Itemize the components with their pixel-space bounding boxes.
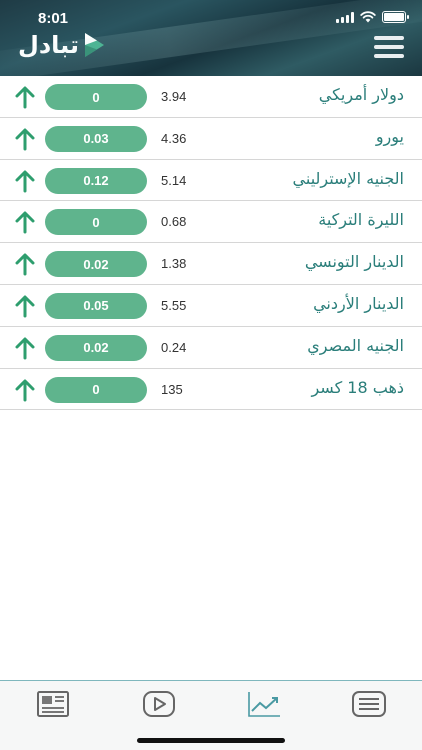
change-badge: 0.12 (45, 167, 147, 194)
arrow-up-icon (15, 337, 35, 360)
rate-value: 135 (161, 381, 183, 397)
rate-value: 3.94 (161, 89, 187, 104)
rate-value: 4.36 (161, 130, 187, 146)
rate-value: 1.38 (161, 256, 187, 272)
rate-row[interactable]: 0.02 0.24 الجنيه المصري (0, 327, 422, 369)
currency-name: دولار أمريكي (318, 85, 404, 104)
list-icon[interactable] (351, 689, 387, 719)
newspaper-icon[interactable] (36, 689, 72, 719)
app-logo: تبادل (18, 31, 105, 59)
chart-icon[interactable] (246, 689, 282, 719)
screen: 8:01 تبادل 0 3.94 دولار أمريكي 0.03 4.36… (0, 0, 422, 750)
currency-name: الليرة التركية (318, 210, 404, 230)
currency-name: الجنيه المصري (307, 335, 404, 355)
status-icons (336, 11, 409, 23)
change-badge: 0.02 (45, 251, 147, 278)
rate-value: 0.68 (161, 214, 187, 230)
change-badge: 0.05 (45, 292, 147, 319)
change-badge: 0.03 (45, 125, 147, 152)
arrow-up-icon (15, 170, 35, 193)
app-header: 8:01 تبادل (0, 0, 422, 76)
arrow-up-icon (15, 86, 35, 109)
signal-icon (336, 11, 354, 23)
menu-bar-bottom (374, 54, 404, 58)
change-badge: 0 (45, 209, 147, 236)
play-icon[interactable] (141, 689, 177, 719)
currency-name: الجنيه الإسترليني (292, 168, 404, 188)
rate-row[interactable]: 0 3.94 دولار أمريكي (0, 76, 422, 118)
menu-bar-middle (374, 45, 404, 49)
wifi-icon (360, 11, 376, 23)
rate-value: 5.14 (161, 172, 187, 188)
play-logo-icon (84, 33, 104, 57)
hamburger-menu-button[interactable] (374, 36, 404, 58)
arrow-up-icon (15, 295, 35, 318)
currency-name: الدينار الأردني (313, 293, 404, 313)
rate-row[interactable]: 0.12 5.14 الجنيه الإسترليني (0, 160, 422, 202)
rate-value: 0.24 (161, 339, 187, 355)
rate-value: 5.55 (161, 297, 187, 313)
home-indicator (137, 738, 285, 743)
rate-row[interactable]: 0.05 5.55 الدينار الأردني (0, 285, 422, 327)
status-time: 8:01 (38, 10, 69, 27)
rate-row[interactable]: 0.02 1.38 الدينار التونسي (0, 243, 422, 285)
change-badge: 0 (45, 84, 147, 110)
exchange-rate-list: 0 3.94 دولار أمريكي 0.03 4.36 يورو 0.12 5.14 الج… (0, 76, 422, 411)
menu-bar-top (374, 36, 404, 40)
logo-text: تبادل (18, 31, 80, 59)
rate-row[interactable]: 0.03 4.36 يورو (0, 118, 422, 160)
arrow-up-icon (15, 379, 35, 402)
currency-name: الدينار التونسي (304, 252, 404, 272)
arrow-up-icon (15, 253, 35, 276)
currency-name: يورو (375, 126, 404, 146)
currency-name: ذهب 18 كسر (311, 377, 404, 397)
change-badge: 0.02 (45, 334, 147, 361)
battery-icon (382, 11, 409, 23)
change-badge: 0 (45, 376, 147, 403)
arrow-up-icon (15, 128, 35, 151)
arrow-up-icon (15, 211, 35, 234)
rate-row[interactable]: 0 0.68 الليرة التركية (0, 201, 422, 244)
rate-row[interactable]: 0 135 ذهب 18 كسر (0, 369, 422, 411)
